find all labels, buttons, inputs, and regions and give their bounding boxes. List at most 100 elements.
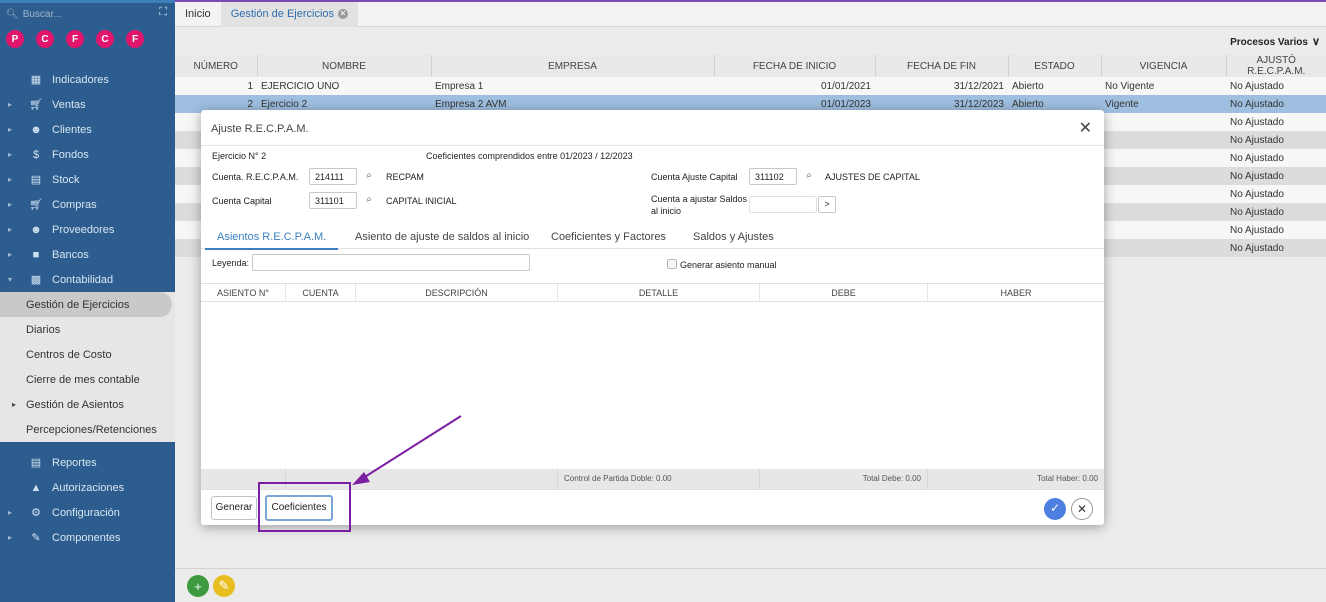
bottom-actions: + ✎ xyxy=(187,575,235,597)
tab-inicio[interactable]: Inicio xyxy=(175,2,221,27)
tab-coeficientes-factores[interactable]: Coeficientes y Factores xyxy=(551,231,666,243)
quick-access-c2[interactable]: C xyxy=(96,30,114,48)
sidebar-item-componentes[interactable]: ▸ ✎ Componentes xyxy=(0,525,175,550)
sidebar-item-contabilidad[interactable]: ▾ ▩ Contabilidad xyxy=(0,267,175,292)
sidebar-top-line xyxy=(0,0,175,3)
cart-remove-icon: 🛒︎ xyxy=(29,199,43,211)
quick-access-f2[interactable]: F xyxy=(126,30,144,48)
col-nombre[interactable]: NOMBRE xyxy=(257,55,432,77)
sidebar-item-indicadores[interactable]: ▦ Indicadores xyxy=(0,67,175,92)
leyenda-input[interactable] xyxy=(252,254,530,271)
col-asiento[interactable]: ASIENTO N° xyxy=(201,284,286,301)
cuenta-saldos-button[interactable]: > xyxy=(818,196,836,213)
submenu-cierre-mes[interactable]: Cierre de mes contable xyxy=(0,367,175,392)
generar-manual-label: Generar asiento manual xyxy=(680,260,777,270)
sidebar-item-proveedores[interactable]: ▸ ☻ Proveedores xyxy=(0,217,175,242)
cuenta-ajuste-capital-input[interactable]: 311102 xyxy=(749,168,797,185)
submenu-gestion-asientos[interactable]: ▸ Gestión de Asientos xyxy=(0,392,175,417)
chevron-right-icon: ▸ xyxy=(8,100,13,109)
sidebar-item-autorizaciones[interactable]: ▲ Autorizaciones xyxy=(0,475,175,500)
coeficientes-button[interactable]: Coeficientes xyxy=(265,495,333,521)
col-haber[interactable]: HABER xyxy=(928,284,1104,301)
cuenta-capital-input[interactable]: 311101 xyxy=(309,192,357,209)
search-icon[interactable]: ⌕ xyxy=(359,168,379,185)
submenu-gestion-ejercicios[interactable]: Gestión de Ejercicios xyxy=(0,292,172,317)
col-fecha-inicio[interactable]: FECHA DE INICIO xyxy=(714,55,876,77)
expand-icon[interactable]: ⛶ xyxy=(159,6,167,19)
box-icon: ▤ xyxy=(30,174,42,186)
search-placeholder[interactable]: Buscar... xyxy=(23,9,62,20)
lock-icon: ▲ xyxy=(30,481,42,494)
gears-icon: ⚙ xyxy=(31,507,41,519)
cart-icon: 🛒︎ xyxy=(29,99,43,111)
chevron-right-icon: ▸ xyxy=(8,225,13,234)
generar-button[interactable]: Generar xyxy=(211,496,257,520)
divider xyxy=(201,145,1104,146)
table-row[interactable]: 1 EJERCICIO UNO Empresa 1 01/01/2021 31/… xyxy=(175,77,1326,95)
tab-bar: Inicio Gestión de Ejercicios ✕ xyxy=(175,0,1326,27)
chevron-right-icon: ▸ xyxy=(8,200,13,209)
col-cuenta[interactable]: CUENTA xyxy=(286,284,356,301)
confirm-check-icon[interactable]: ✓ xyxy=(1044,498,1066,520)
sidebar-item-bancos[interactable]: ▸ ■ Bancos xyxy=(0,242,175,267)
submenu-percepciones[interactable]: Percepciones/Retenciones xyxy=(0,417,175,442)
bank-icon: ■ xyxy=(32,248,40,261)
submenu-diarios[interactable]: Diarios xyxy=(0,317,175,342)
sidebar-item-fondos[interactable]: ▸ $ Fondos xyxy=(0,142,175,167)
search-icon[interactable]: ⌕ xyxy=(799,168,819,185)
cuenta-saldos-input[interactable] xyxy=(749,196,817,213)
chevron-right-icon: ▸ xyxy=(8,150,13,159)
ejercicio-label: Ejercicio N° 2 xyxy=(212,151,267,161)
asientos-table-header: ASIENTO N° CUENTA DESCRIPCIÓN DETALLE DE… xyxy=(201,283,1104,302)
total-debe: Total Debe: 0.00 xyxy=(760,469,928,489)
col-descripcion[interactable]: DESCRIPCIÓN xyxy=(356,284,558,301)
ajuste-recpam-modal: Ajuste R.E.C.P.A.M. ✕ Ejercicio N° 2 Coe… xyxy=(201,110,1104,525)
col-numero[interactable]: NÚMERO xyxy=(175,55,258,77)
sidebar-item-label: Ventas xyxy=(52,98,86,111)
cuenta-capital-desc: CAPITAL INICIAL xyxy=(386,196,457,206)
add-button[interactable]: + xyxy=(187,575,209,597)
chevron-right-icon: ▸ xyxy=(8,250,13,259)
procesos-varios-menu[interactable]: Procesos Varios ∨ xyxy=(1230,35,1320,48)
chevron-right-icon: ▸ xyxy=(8,125,13,134)
col-debe[interactable]: DEBE xyxy=(760,284,928,301)
col-vigencia[interactable]: VIGENCIA xyxy=(1101,55,1227,77)
sidebar-item-configuracion[interactable]: ▸ ⚙ Configuración xyxy=(0,500,175,525)
quick-access-f[interactable]: F xyxy=(66,30,84,48)
edit-button[interactable]: ✎ xyxy=(213,575,235,597)
book-icon: ▩ xyxy=(30,274,42,286)
cancel-close-icon[interactable]: ✕ xyxy=(1071,498,1093,520)
col-estado[interactable]: ESTADO xyxy=(1008,55,1102,77)
col-detalle[interactable]: DETALLE xyxy=(558,284,760,301)
tab-gestion-ejercicios[interactable]: Gestión de Ejercicios ✕ xyxy=(220,1,359,27)
sidebar-item-reportes[interactable]: ▤ Reportes xyxy=(0,450,175,475)
close-icon[interactable]: ✕ xyxy=(1079,118,1092,138)
sidebar-item-ventas[interactable]: ▸ 🛒︎ Ventas xyxy=(0,92,175,117)
col-fecha-fin[interactable]: FECHA DE FIN xyxy=(875,55,1009,77)
col-ajusto[interactable]: AJUSTÓ R.E.C.P.A.M. xyxy=(1226,55,1326,77)
tab-asiento-ajuste-saldos[interactable]: Asiento de ajuste de saldos al inicio xyxy=(355,231,529,243)
sidebar-item-label: Proveedores xyxy=(52,223,115,236)
sidebar-search[interactable]: 🔍︎ Buscar... ⛶ xyxy=(6,6,169,22)
generar-manual-checkbox[interactable] xyxy=(667,259,677,269)
quick-access-p[interactable]: P xyxy=(6,30,24,48)
tab-saldos-ajustes[interactable]: Saldos y Ajustes xyxy=(693,231,774,243)
sidebar-item-stock[interactable]: ▸ ▤ Stock xyxy=(0,167,175,192)
tab-asientos-recpam[interactable]: Asientos R.E.C.P.A.M. xyxy=(204,231,339,250)
contabilidad-submenu: Gestión de Ejercicios Diarios Centros de… xyxy=(0,292,175,442)
users-icon: ☻ xyxy=(30,123,42,136)
sidebar-item-clientes[interactable]: ▸ ☻ Clientes xyxy=(0,117,175,142)
quick-access-c[interactable]: C xyxy=(36,30,54,48)
chevron-right-icon: ▸ xyxy=(8,508,13,517)
search-icon[interactable]: ⌕ xyxy=(359,192,379,209)
cuenta-saldos-label: Cuenta a ajustar Saldos al inicio xyxy=(651,194,748,216)
sidebar-item-compras[interactable]: ▸ 🛒︎ Compras xyxy=(0,192,175,217)
control-partida-doble: Control de Partida Doble: 0.00 xyxy=(558,469,760,489)
close-icon[interactable]: ✕ xyxy=(338,9,349,19)
submenu-centros-costo[interactable]: Centros de Costo xyxy=(0,342,175,367)
cuenta-recpam-input[interactable]: 214111 xyxy=(309,168,357,185)
pencil-icon: ✎ xyxy=(31,532,41,544)
col-empresa[interactable]: EMPRESA xyxy=(431,55,715,77)
divider xyxy=(201,489,1104,490)
report-icon: ▤ xyxy=(30,457,42,469)
